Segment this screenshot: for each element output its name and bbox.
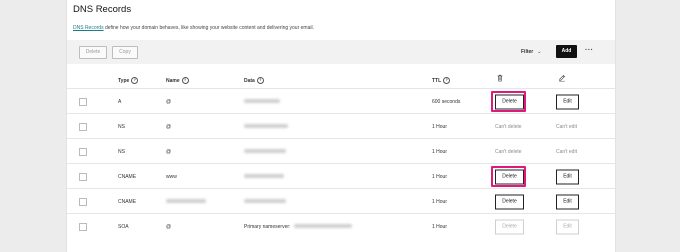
column-ttl-label: TTL [432, 77, 442, 84]
cant-delete-text: Can't delete [495, 148, 522, 155]
redacted-data [244, 99, 280, 104]
record-type: NS [118, 123, 125, 130]
highlight-box [491, 166, 526, 187]
cant-delete-text: Can't delete [495, 123, 522, 130]
row-checkbox[interactable] [79, 197, 87, 206]
record-ttl: 600 seconds [432, 98, 461, 105]
chevron-down-icon: ⌄ [537, 49, 542, 55]
highlight-box [491, 91, 526, 112]
record-data [244, 124, 288, 130]
cant-edit-text: Can't edit [556, 148, 577, 155]
record-ttl: 1 Hour [432, 173, 448, 180]
record-ttl: 1 Hour [432, 148, 448, 155]
row-checkbox[interactable] [79, 122, 87, 131]
page-title: DNS Records [73, 4, 132, 15]
delete-button: Delete [495, 219, 524, 234]
record-name: @ [166, 148, 172, 155]
edit-button[interactable]: Edit [556, 194, 579, 209]
record-name [166, 199, 206, 205]
record-data [244, 174, 284, 180]
filter-label: Filter [521, 49, 534, 55]
table-row: A @600 seconds Delete Edit [67, 88, 615, 114]
record-name: @ [166, 123, 172, 130]
delete-button[interactable]: Delete [495, 194, 524, 209]
row-checkbox[interactable] [79, 172, 87, 181]
redacted-name [166, 199, 206, 204]
redacted-data [244, 124, 288, 129]
column-header-ttl[interactable]: TTL? [432, 77, 451, 84]
page-description: DNS Records define how your domain behav… [73, 25, 314, 31]
record-type: CNAME [118, 198, 137, 205]
redacted-data [294, 224, 353, 229]
add-record-button[interactable]: Add [556, 45, 577, 58]
record-type: CNAME [118, 173, 137, 180]
records-toolbar: Delete Copy Filter ⌄ Add ··· [67, 40, 615, 64]
record-name: @ [166, 98, 172, 105]
table-row: CNAME www 1 Hour Delete Edit [67, 163, 615, 189]
record-type: NS [118, 148, 125, 155]
record-ttl: 1 Hour [432, 198, 448, 205]
edit-button[interactable]: Edit [556, 94, 579, 109]
edit-button[interactable]: Edit [556, 169, 579, 184]
more-options-icon[interactable]: ··· [585, 47, 594, 54]
record-ttl: 1 Hour [432, 223, 448, 230]
column-type-label: Type [118, 77, 130, 84]
record-data [244, 99, 280, 105]
row-checkbox[interactable] [79, 147, 87, 156]
info-icon[interactable]: ? [443, 77, 451, 84]
row-checkbox[interactable] [79, 222, 87, 231]
column-header-data[interactable]: Data? [244, 77, 264, 84]
row-checkbox[interactable] [79, 97, 87, 106]
redacted-data [244, 174, 284, 179]
record-data: Primary nameserver: [244, 223, 353, 230]
column-header-type[interactable]: Type? [118, 77, 139, 84]
record-name: @ [166, 223, 172, 230]
pencil-icon [559, 74, 566, 82]
record-type: A [118, 98, 122, 105]
info-icon[interactable]: ? [256, 77, 264, 84]
record-data [244, 149, 286, 155]
record-name: www [166, 173, 177, 180]
table-row: SOA @ Primary nameserver: 1 Hour Delete Edit [67, 213, 615, 239]
record-data-prefix: Primary nameserver: [244, 223, 291, 230]
redacted-data [244, 199, 286, 204]
table-row: NS @1 Hour Can't delete Can't edit [67, 113, 615, 139]
bulk-delete-button[interactable]: Delete [79, 46, 107, 59]
cant-edit-text: Can't edit [556, 123, 577, 130]
copy-button[interactable]: Copy [112, 46, 138, 59]
info-icon[interactable]: ? [181, 77, 189, 84]
record-data [244, 199, 286, 205]
redacted-data [244, 149, 286, 154]
record-type: SOA [118, 223, 129, 230]
table-row: NS @1 Hour Can't delete Can't edit [67, 138, 615, 164]
info-icon[interactable]: ? [131, 77, 139, 84]
column-header-name[interactable]: Name? [166, 77, 189, 84]
edit-button: Edit [556, 219, 579, 234]
filter-dropdown[interactable]: Filter ⌄ [521, 49, 541, 55]
column-name-label: Name [166, 77, 180, 84]
trash-icon [497, 74, 503, 82]
dns-records-card: DNS Records DNS Records define how your … [66, 0, 616, 252]
dns-records-link[interactable]: DNS Records [73, 25, 104, 31]
column-data-label: Data [244, 77, 255, 84]
record-ttl: 1 Hour [432, 123, 448, 130]
table-row: CNAME 1 Hour Delete Edit [67, 188, 615, 214]
description-text: define how your domain behaves, like sho… [103, 25, 314, 31]
